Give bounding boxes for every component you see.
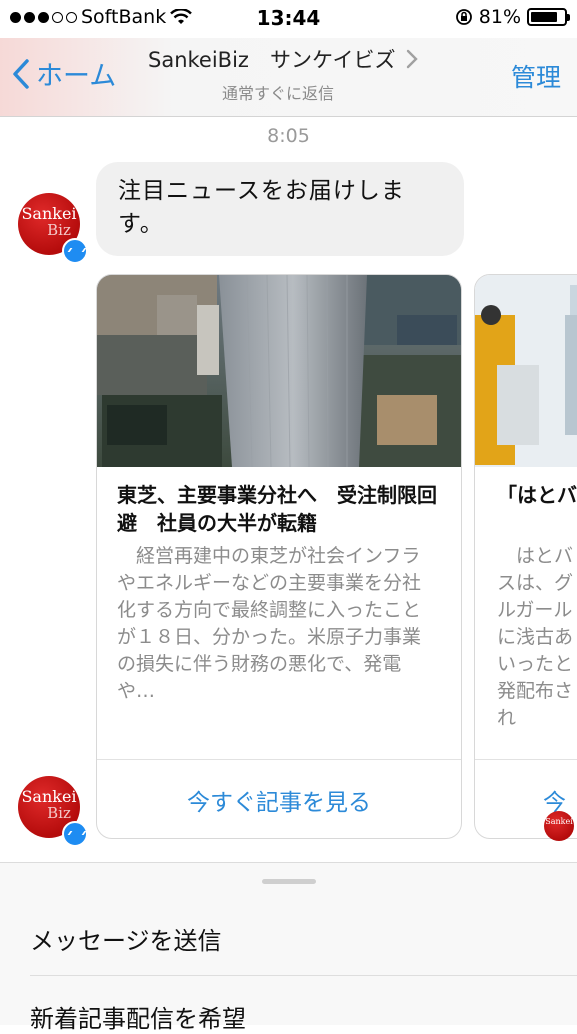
read-receipt-avatar: Sankei [544, 811, 574, 841]
status-bar: SoftBank 13:44 81% [0, 0, 577, 38]
article-summary: 経営再建中の東芝が社会インフラやエネルギーなどの主要事業を分社化する方向で最終調… [117, 545, 422, 702]
building-aerial-photo [97, 275, 461, 467]
article-summary: はとバスは、グルガールに浅古あいったと発配布され [497, 545, 574, 729]
manage-button[interactable]: 管理 [511, 58, 561, 94]
avatar-logo-subtext: Biz [47, 804, 71, 822]
card-divider [475, 759, 577, 760]
chevron-right-icon [406, 49, 418, 69]
page-title: SankeiBiz サンケイビズ [148, 48, 396, 72]
navigation-bar: ホーム SankeiBiz サンケイビズ 通常すぐに返信 管理 [0, 38, 577, 117]
bus-guide-photo [475, 275, 577, 467]
read-article-button[interactable]: 今すぐ記事を見る [97, 783, 461, 817]
drag-handle[interactable] [262, 879, 316, 884]
messenger-badge-icon [62, 238, 88, 264]
messenger-badge-icon [62, 821, 88, 847]
article-title: 東芝、主要事業分社へ 受注制限回避 社員の大半が転籍 [117, 483, 437, 535]
card-divider [97, 759, 461, 760]
response-time: 通常すぐに返信 [222, 84, 335, 103]
back-button[interactable]: ホーム [12, 54, 116, 93]
avatar-logo-subtext: Biz [47, 221, 71, 239]
quick-actions-panel: メッセージを送信 新着記事配信を希望 [0, 862, 577, 1033]
article-card[interactable]: 東芝、主要事業分社へ 受注制限回避 社員の大半が転籍 経営再建中の東芝が社会イン… [96, 274, 462, 839]
article-title: 「はとバスは女子大 [497, 483, 577, 507]
conversation-title[interactable]: SankeiBiz サンケイビズ [148, 44, 418, 74]
menu-divider [30, 975, 577, 976]
message-bubble: 注目ニュースをお届けします。 [96, 162, 464, 256]
chat-thread[interactable]: 8:05 Sankei Biz 注目ニュースをお届けします。 東芝、主要事業分社… [0, 117, 577, 861]
message-timestamp: 8:05 [267, 125, 310, 147]
article-image[interactable] [97, 275, 461, 467]
article-card[interactable]: 「はとバスは女子大 はとバスは、グルガールに浅古あいったと発配布され 今 [474, 274, 577, 839]
back-label: ホーム [36, 61, 117, 92]
chevron-left-icon [13, 58, 29, 89]
article-image[interactable] [475, 275, 577, 467]
battery-percent: 81% [478, 6, 521, 28]
status-right: 81% [455, 6, 570, 28]
send-message-item[interactable]: メッセージを送信 [30, 921, 222, 956]
orientation-lock-icon [455, 9, 472, 25]
avatar-logo-text: Sankei [545, 817, 573, 826]
battery-icon [527, 8, 570, 26]
subscribe-news-item[interactable]: 新着記事配信を希望 [30, 999, 246, 1034]
